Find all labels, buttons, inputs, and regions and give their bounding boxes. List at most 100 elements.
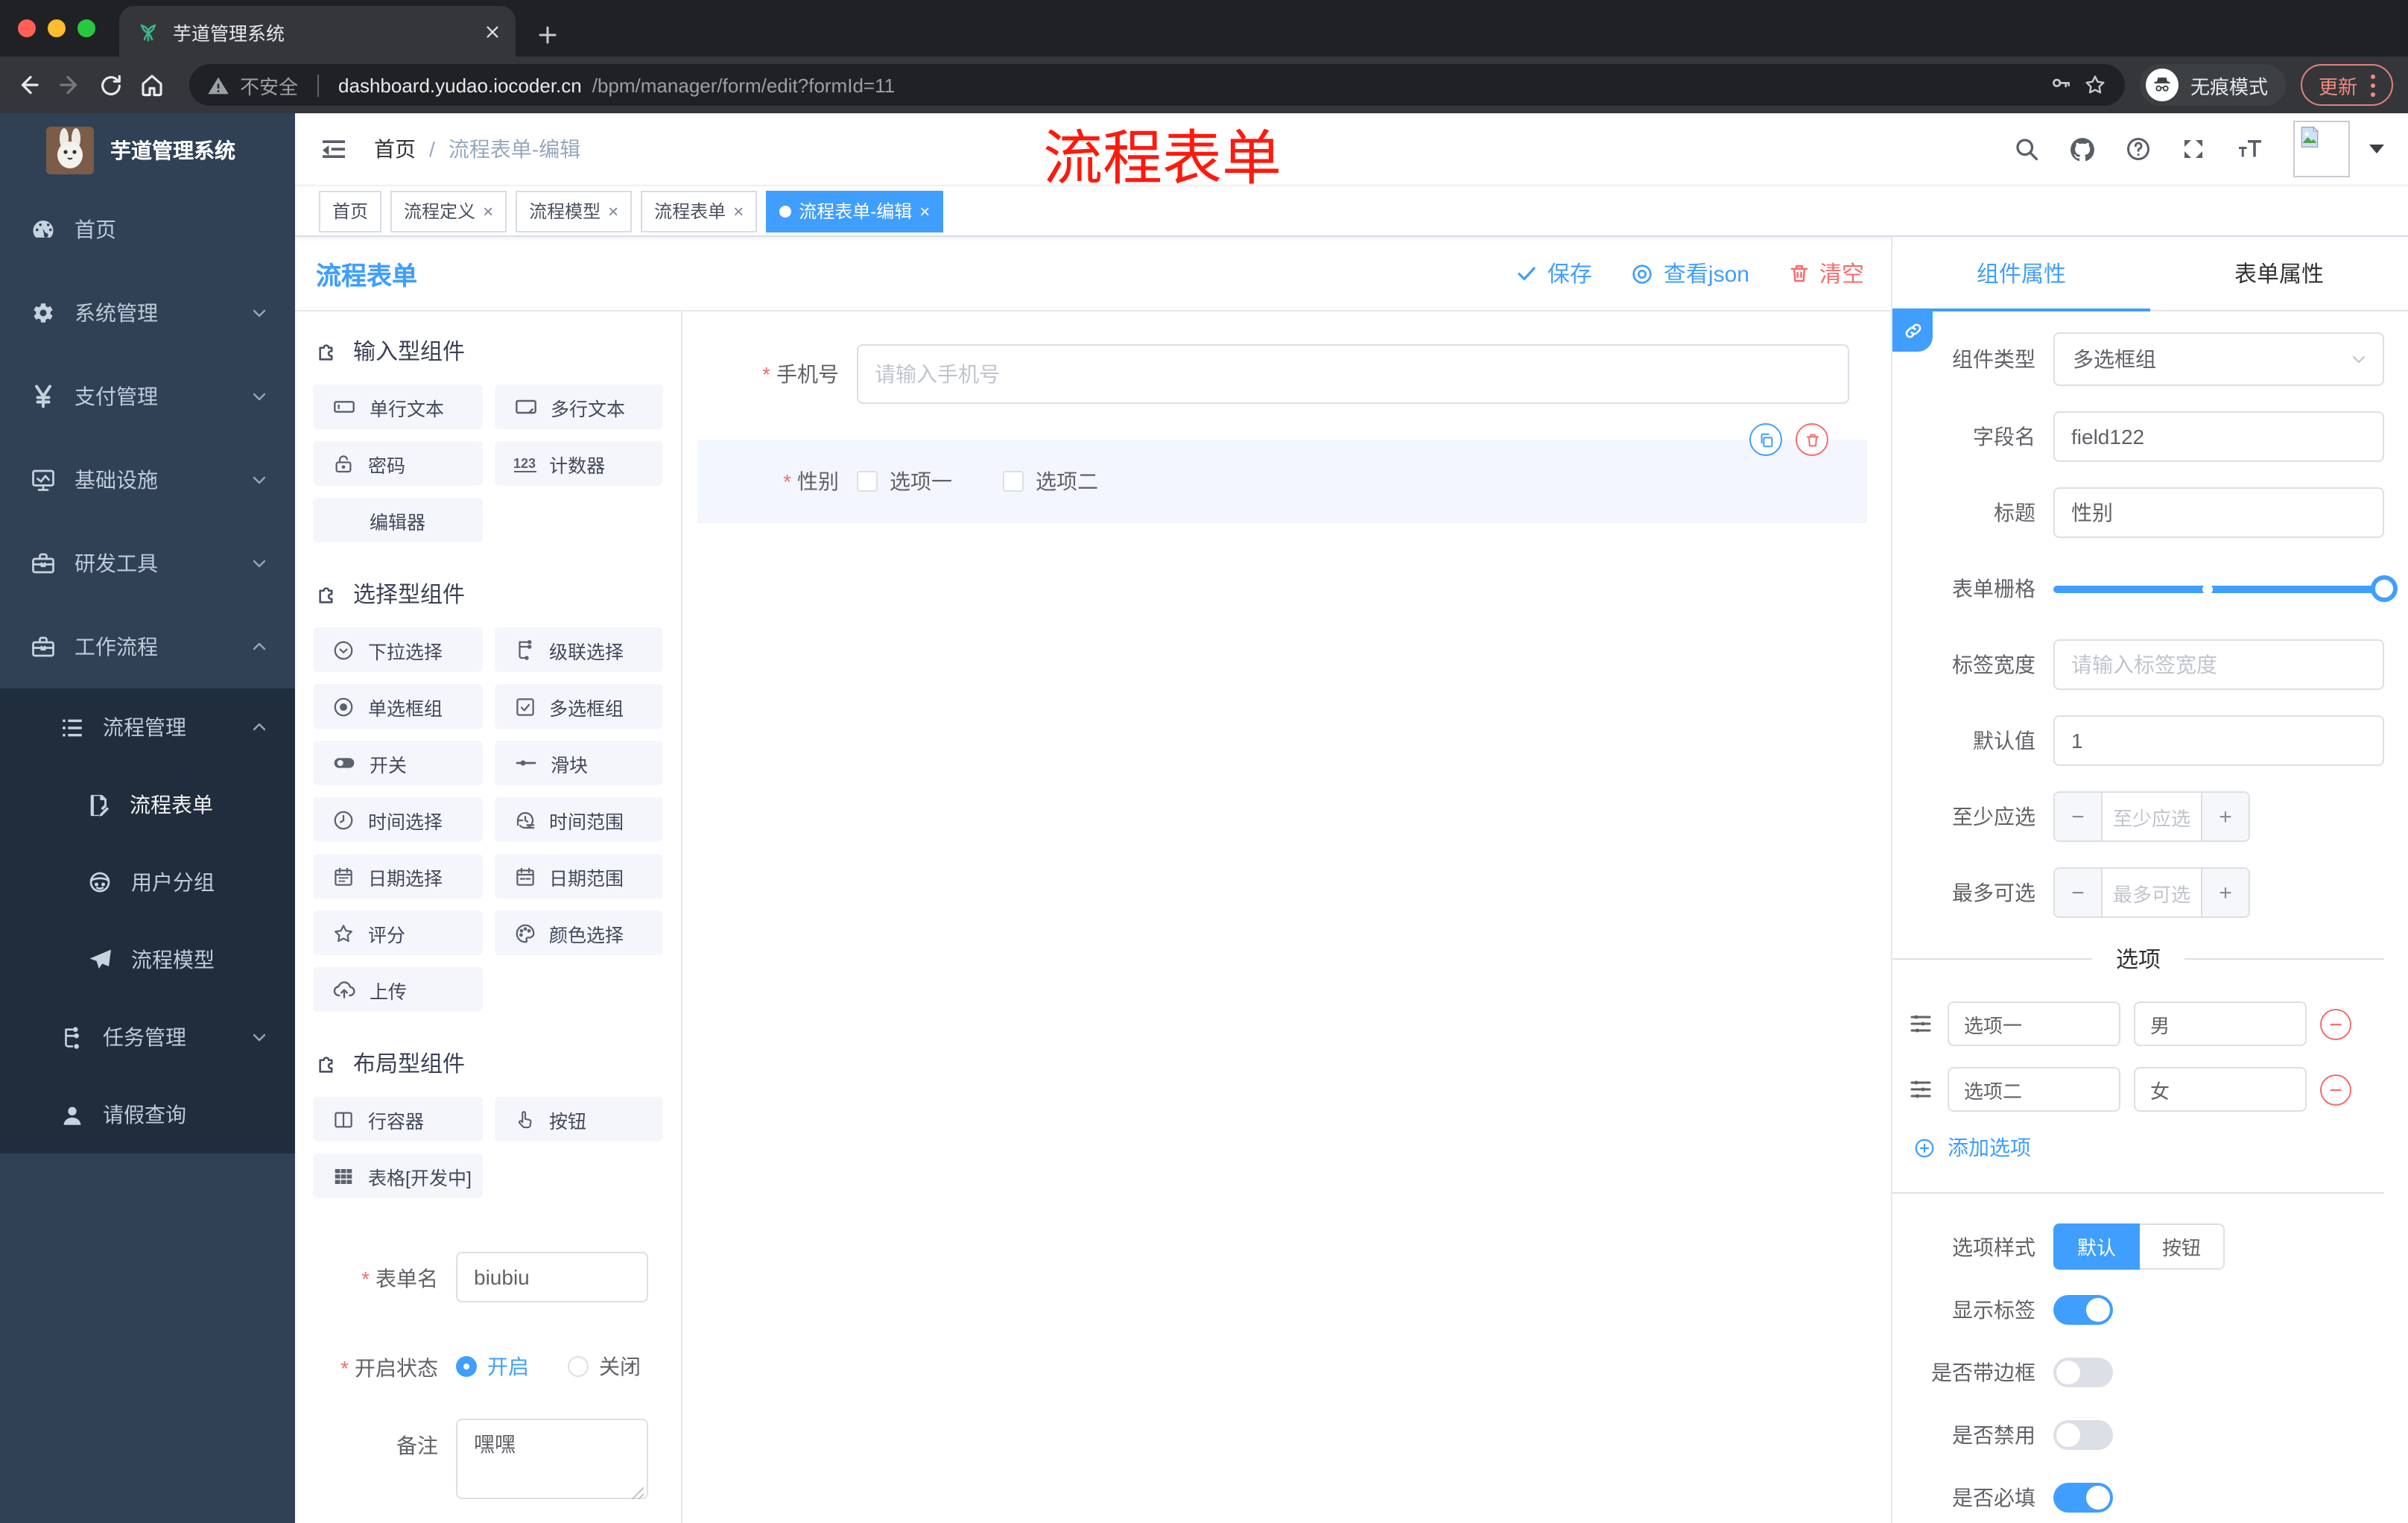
field-name-input[interactable] xyxy=(2053,411,2384,462)
increase-button[interactable]: + xyxy=(2201,869,2249,916)
sidebar-item-devtools[interactable]: 研发工具 xyxy=(0,522,295,605)
decrease-button[interactable]: − xyxy=(2055,793,2103,840)
component-radio-group[interactable]: 单选框组 xyxy=(313,684,482,729)
component-checkbox-group[interactable]: 多选框组 xyxy=(494,684,663,729)
tag-process-definition[interactable]: 流程定义 × xyxy=(390,190,507,232)
min-select-placeholder[interactable]: 至少应选 xyxy=(2103,793,2201,840)
slider-handle[interactable] xyxy=(2371,575,2398,602)
status-radio-on[interactable]: 开启 xyxy=(456,1352,529,1381)
drag-handle-icon[interactable] xyxy=(1907,1010,1934,1037)
form-remark-textarea[interactable]: 嘿嘿 xyxy=(456,1419,648,1499)
component-single-text[interactable]: 单行文本 xyxy=(313,384,482,429)
help-icon[interactable] xyxy=(2125,136,2152,162)
component-type-select[interactable]: 多选框组 xyxy=(2053,332,2384,386)
component-slider[interactable]: 滑块 xyxy=(494,741,663,785)
forward-icon[interactable] xyxy=(57,72,83,98)
remove-option-button[interactable] xyxy=(2320,1008,2351,1039)
new-tab-button[interactable] xyxy=(536,24,559,46)
clear-button[interactable]: 清空 xyxy=(1788,258,1864,289)
avatar[interactable] xyxy=(2293,121,2350,177)
component-button[interactable]: 按钮 xyxy=(494,1097,663,1142)
tag-close-icon[interactable]: × xyxy=(483,200,493,221)
gender-option-1[interactable]: 选项一 xyxy=(857,466,952,496)
option-label-input[interactable] xyxy=(1948,1067,2120,1112)
form-name-input[interactable] xyxy=(456,1252,648,1302)
password-key-icon[interactable] xyxy=(2049,73,2073,97)
border-toggle[interactable] xyxy=(2053,1358,2113,1387)
component-date-picker[interactable]: 日期选择 xyxy=(313,854,482,899)
tab-close-icon[interactable] xyxy=(484,23,501,39)
view-json-button[interactable]: 查看json xyxy=(1631,258,1749,289)
github-icon[interactable] xyxy=(2068,135,2097,163)
component-password[interactable]: 密码 xyxy=(313,441,482,486)
sidebar-item-process-form[interactable]: 流程表单 xyxy=(0,766,295,843)
design-canvas[interactable]: 手机号 性别 xyxy=(682,311,1891,1523)
style-default-button[interactable]: 默认 xyxy=(2053,1223,2141,1270)
style-button-button[interactable]: 按钮 xyxy=(2140,1223,2225,1270)
component-editor[interactable]: 编辑器 xyxy=(313,498,482,542)
sidebar-item-leave-query[interactable]: 请假查询 xyxy=(0,1076,295,1153)
breadcrumb-home[interactable]: 首页 xyxy=(374,134,416,164)
zoom-window-button[interactable] xyxy=(77,19,95,37)
gender-option-2[interactable]: 选项二 xyxy=(1003,466,1098,496)
component-date-range[interactable]: 日期范围 xyxy=(494,854,663,899)
component-select[interactable]: 下拉选择 xyxy=(313,627,482,672)
delete-field-button[interactable] xyxy=(1796,423,1828,456)
component-time-picker[interactable]: 时间选择 xyxy=(313,797,482,842)
disabled-toggle[interactable] xyxy=(2053,1420,2113,1450)
option-label-input[interactable] xyxy=(1948,1001,2120,1046)
status-radio-off[interactable]: 关闭 xyxy=(568,1352,641,1381)
sidebar-item-workflow[interactable]: 工作流程 xyxy=(0,605,295,688)
increase-button[interactable]: + xyxy=(2201,793,2249,840)
component-row-container[interactable]: 行容器 xyxy=(313,1097,482,1142)
tab-form-props[interactable]: 表单属性 xyxy=(2150,237,2408,310)
slider-track[interactable] xyxy=(2053,575,2398,602)
phone-field-row[interactable]: 手机号 xyxy=(697,344,1879,404)
tab-component-props[interactable]: 组件属性 xyxy=(1892,237,2150,311)
sidebar-item-process-model[interactable]: 流程模型 xyxy=(0,921,295,998)
component-upload[interactable]: 上传 xyxy=(313,967,482,1012)
option-value-input[interactable] xyxy=(2134,1001,2307,1046)
default-value-input[interactable] xyxy=(2053,715,2384,766)
browser-update-button[interactable]: 更新 xyxy=(2300,64,2393,106)
tag-home[interactable]: 首页 xyxy=(319,190,382,232)
selected-gender-field[interactable]: 性别 选项一 选项二 xyxy=(697,423,1867,523)
phone-field-input[interactable] xyxy=(857,344,1849,404)
option-value-input[interactable] xyxy=(2134,1067,2307,1112)
copy-field-button[interactable] xyxy=(1749,423,1782,456)
show-label-toggle[interactable] xyxy=(2053,1295,2113,1325)
add-option-button[interactable]: 添加选项 xyxy=(1913,1133,2384,1162)
form-grid-slider[interactable] xyxy=(2053,563,2398,614)
tag-close-icon[interactable]: × xyxy=(608,200,618,221)
tag-process-form-edit[interactable]: 流程表单-编辑 × xyxy=(766,190,944,232)
sidebar-item-home[interactable]: 首页 xyxy=(0,188,295,271)
link-tag-button[interactable] xyxy=(1892,310,1933,352)
sidebar-item-process-manage[interactable]: 流程管理 xyxy=(0,688,295,766)
close-window-button[interactable] xyxy=(18,19,36,37)
reload-icon[interactable] xyxy=(98,72,124,98)
save-button[interactable]: 保存 xyxy=(1516,258,1592,289)
tag-process-model[interactable]: 流程模型 × xyxy=(516,190,633,232)
sidebar-item-payment[interactable]: 支付管理 xyxy=(0,355,295,438)
max-select-placeholder[interactable]: 最多可选 xyxy=(2103,869,2201,916)
collapse-sidebar-icon[interactable] xyxy=(319,134,349,164)
component-switch[interactable]: 开关 xyxy=(313,741,482,785)
component-time-range[interactable]: 时间范围 xyxy=(494,797,663,842)
decrease-button[interactable]: − xyxy=(2055,869,2103,916)
component-counter[interactable]: 123 计数器 xyxy=(494,441,663,486)
required-toggle[interactable] xyxy=(2053,1483,2113,1513)
drag-handle-icon[interactable] xyxy=(1907,1076,1934,1103)
component-cascader[interactable]: 级联选择 xyxy=(494,627,663,672)
tag-close-icon[interactable]: × xyxy=(733,200,744,221)
avatar-dropdown-icon[interactable] xyxy=(2369,145,2384,153)
home-icon[interactable] xyxy=(139,72,165,98)
address-bar[interactable]: 不安全 dashboard.yudao.iocoder.cn/bpm/manag… xyxy=(189,64,2125,106)
tag-process-form[interactable]: 流程表单 × xyxy=(641,190,758,232)
browser-tab[interactable]: 芋道管理系统 xyxy=(119,6,516,57)
component-textarea[interactable]: 多行文本 xyxy=(494,384,663,429)
component-color-picker[interactable]: 颜色选择 xyxy=(494,911,663,955)
remove-option-button[interactable] xyxy=(2320,1074,2351,1105)
search-icon[interactable] xyxy=(2013,136,2040,162)
fullscreen-icon[interactable] xyxy=(2180,136,2207,162)
back-icon[interactable] xyxy=(15,72,42,98)
